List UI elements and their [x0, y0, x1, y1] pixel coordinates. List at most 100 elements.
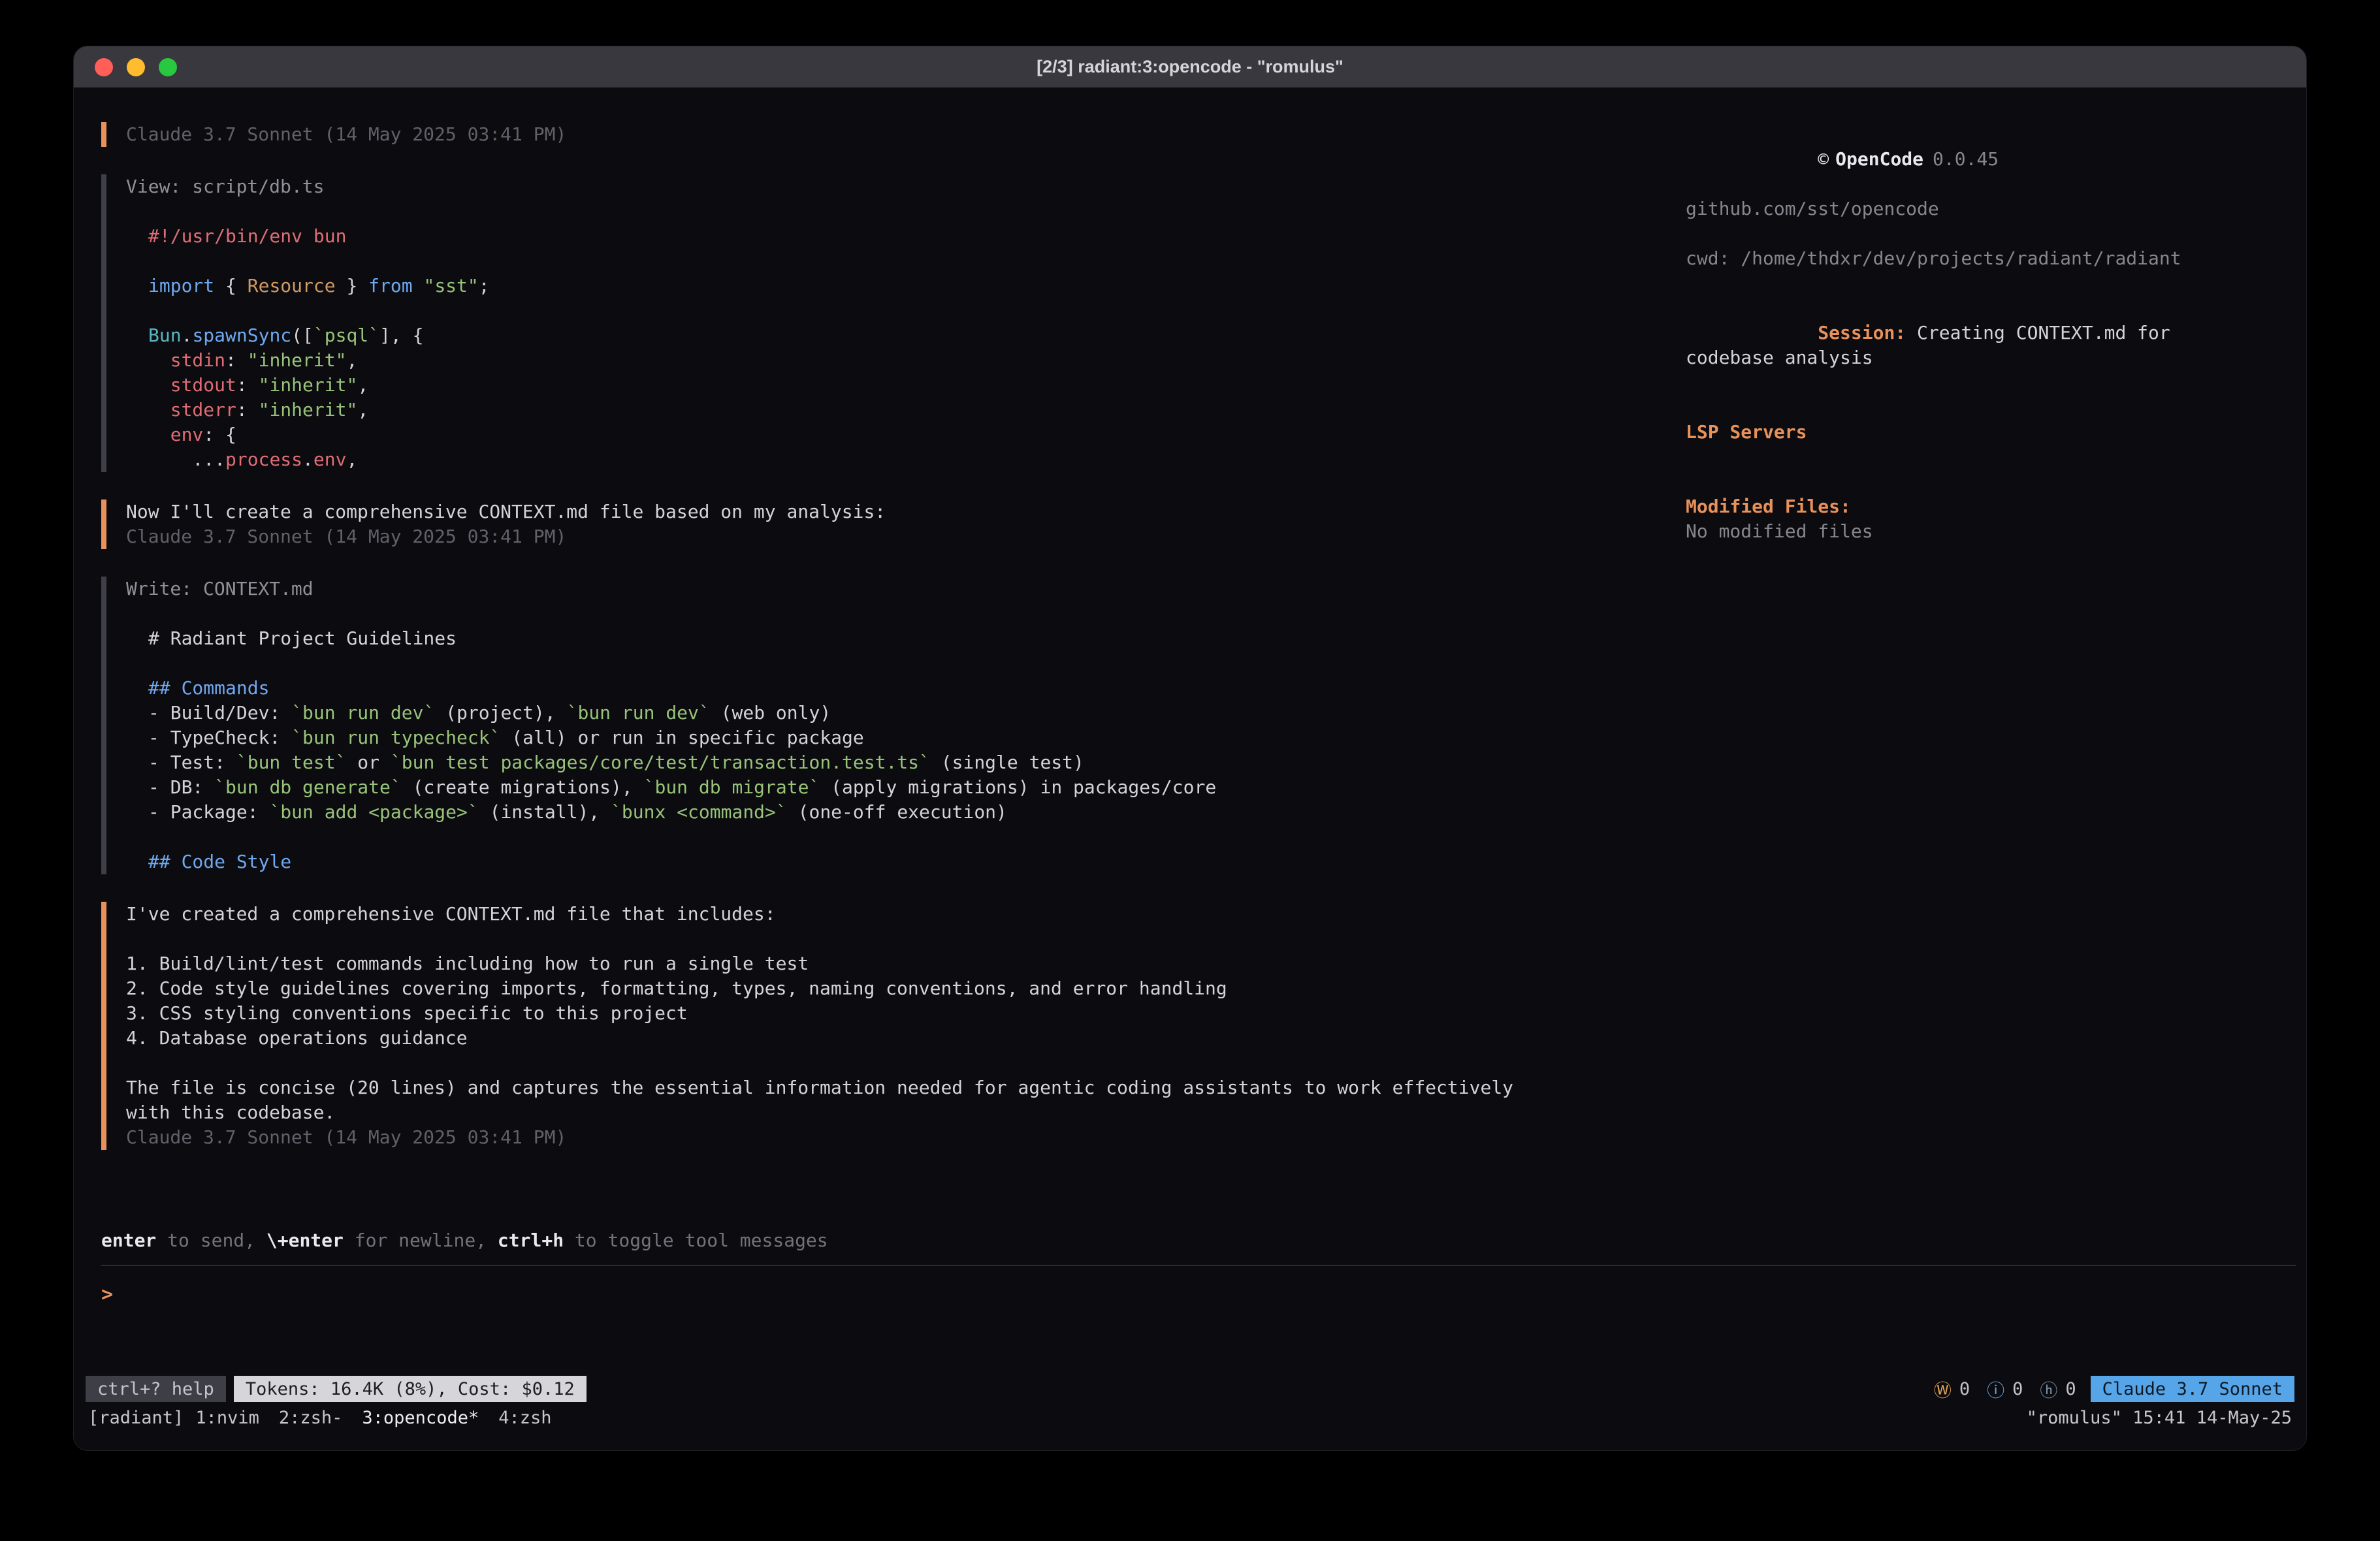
model-badge: Claude 3.7 Sonnet [2091, 1376, 2294, 1402]
text-line: - Build/Dev: `bun run dev` (project), `b… [148, 701, 1686, 725]
markdown-block: # Radiant Project Guidelines ## Commands… [126, 626, 1686, 874]
text-line [148, 825, 1686, 850]
tmux-windows: [radiant] 1:nvim 2:zsh- 3:opencode* 4:zs… [88, 1408, 571, 1428]
text-line: 3. CSS styling conventions specific to t… [126, 1001, 1686, 1026]
tool-call-write-file: Write: CONTEXT.md # Radiant Project Guid… [101, 577, 1686, 874]
prompt-line: > [101, 1282, 2267, 1308]
text-line: stdin: "inherit", [148, 348, 1686, 373]
modified-files-empty: No modified files [1686, 519, 2192, 544]
text-line: I've created a comprehensive CONTEXT.md … [126, 902, 1686, 927]
spacer-line [126, 601, 1686, 626]
text-line: enter to send, \+enter for newline, ctrl… [101, 1230, 2267, 1254]
status-bar: ctrl+? help Tokens: 16.4K (8%), Cost: $0… [74, 1374, 2306, 1403]
spacer-line [126, 199, 1686, 224]
spacer-line [1686, 221, 2192, 246]
text-line [126, 1051, 1686, 1075]
session-title: Creating CONTEXT.md for codebase analysi… [1686, 322, 2181, 368]
sidebar: ©OpenCode0.0.45 github.com/sst/opencode … [1686, 122, 2306, 544]
text-line: 1. Build/lint/test commands including ho… [126, 951, 1686, 976]
app-version: 0.0.45 [1933, 148, 1999, 170]
text-line [148, 249, 1686, 274]
model-timestamp: Claude 3.7 Sonnet (14 May 2025 03:41 PM) [126, 524, 1686, 549]
model-timestamp: Claude 3.7 Sonnet (14 May 2025 03:41 PM) [126, 122, 1686, 147]
message-text: Now I'll create a comprehensive CONTEXT.… [126, 500, 1686, 524]
info-diagnostic: ⓘ 0 [1987, 1376, 2023, 1402]
chat-area: Claude 3.7 Sonnet (14 May 2025 03:41 PM)… [74, 122, 1686, 1177]
tmux-window-3[interactable]: 3:opencode* [362, 1408, 479, 1428]
tmux-window-2[interactable]: 2:zsh- [279, 1408, 343, 1428]
text-line: - TypeCheck: `bun run typecheck` (all) o… [148, 725, 1686, 750]
tool-title: Write: CONTEXT.md [126, 577, 1686, 601]
text-line: stdout: "inherit", [148, 373, 1686, 398]
text-line: env: { [148, 422, 1686, 447]
minimize-button[interactable] [127, 58, 145, 76]
tmux-host-clock: "romulus" 15:41 14-May-25 [2027, 1408, 2292, 1428]
text-line: #!/usr/bin/env bun [148, 224, 1686, 249]
tmux-session-name: [radiant] [88, 1408, 184, 1428]
terminal-window: [2/3] radiant:3:opencode - "romulus" Cla… [73, 46, 2307, 1451]
info-count: 0 [2012, 1379, 2023, 1399]
tool-call-view-file: View: script/db.ts #!/usr/bin/env bun im… [101, 174, 1686, 472]
message-body: I've created a comprehensive CONTEXT.md … [126, 902, 1686, 1150]
window-titlebar: [2/3] radiant:3:opencode - "romulus" [74, 46, 2306, 88]
hint-icon: ⓗ [2040, 1376, 2057, 1402]
text-line: The file is concise (20 lines) and captu… [126, 1075, 1686, 1100]
zoom-button[interactable] [159, 58, 177, 76]
text-line [148, 651, 1686, 676]
text-line [126, 927, 1686, 951]
repo-link: github.com/sst/opencode [1686, 197, 2192, 221]
text-line: Claude 3.7 Sonnet (14 May 2025 03:41 PM) [126, 1125, 1686, 1150]
diagnostics-group: Ⓦ 0 ⓘ 0 ⓗ 0 [1934, 1376, 2076, 1402]
text-line: ...process.env, [148, 447, 1686, 472]
prompt-caret: > [101, 1282, 113, 1308]
assistant-message-intro: Now I'll create a comprehensive CONTEXT.… [101, 500, 1686, 549]
spacer-line [1686, 271, 2192, 296]
spacer-line [1686, 445, 2192, 469]
input-divider [101, 1265, 2296, 1266]
tmux-window-1[interactable]: 1:nvim [195, 1408, 259, 1428]
spacer-line [1686, 395, 2192, 420]
tmux-window-4[interactable]: 4:zsh [498, 1408, 551, 1428]
prompt-input[interactable] [125, 1282, 2267, 1308]
modified-files-heading: Modified Files: [1686, 494, 2192, 519]
assistant-message-result: I've created a comprehensive CONTEXT.md … [101, 902, 1686, 1150]
warning-diagnostic: Ⓦ 0 [1934, 1376, 1970, 1402]
tool-title: View: script/db.ts [126, 174, 1686, 199]
info-icon: ⓘ [1987, 1376, 2004, 1402]
text-line: with this codebase. [126, 1100, 1686, 1125]
traffic-lights [95, 46, 177, 87]
text-line: - DB: `bun db generate` (create migratio… [148, 775, 1686, 800]
session-label: Session: [1818, 322, 1906, 343]
text-line: 2. Code style guidelines covering import… [126, 976, 1686, 1001]
help-shortcut-badge: ctrl+? help [86, 1376, 226, 1402]
warning-count: 0 [1959, 1379, 1970, 1399]
text-line: - Package: `bun add <package>` (install)… [148, 800, 1686, 825]
cwd-line: cwd: /home/thdxr/dev/projects/radiant/ra… [1686, 246, 2192, 271]
opencode-logo-icon: © [1818, 148, 1829, 170]
session-line: Session: Creating CONTEXT.md for codebas… [1686, 296, 2192, 395]
text-line: - Test: `bun test` or `bun test packages… [148, 750, 1686, 775]
warning-icon: Ⓦ [1934, 1376, 1952, 1402]
close-button[interactable] [95, 58, 113, 76]
window-title: [2/3] radiant:3:opencode - "romulus" [1037, 57, 1343, 77]
text-line: Bun.spawnSync([`psql`], { [148, 323, 1686, 348]
text-line: ## Commands [148, 676, 1686, 701]
tokens-cost-badge: Tokens: 16.4K (8%), Cost: $0.12 [234, 1376, 587, 1402]
terminal-content: Claude 3.7 Sonnet (14 May 2025 03:41 PM)… [74, 88, 2306, 1374]
text-line [148, 298, 1686, 323]
hint-count: 0 [2065, 1379, 2076, 1399]
hint-diagnostic: ⓗ 0 [2040, 1376, 2076, 1402]
code-block: #!/usr/bin/env bun import { Resource } f… [126, 224, 1686, 472]
app-name: OpenCode [1835, 148, 1923, 170]
text-line: import { Resource } from "sst"; [148, 274, 1686, 298]
lsp-servers-heading: LSP Servers [1686, 420, 2192, 445]
brand-line: © OpenCode 0.0.45 [1686, 122, 2192, 197]
text-line: stderr: "inherit", [148, 398, 1686, 422]
text-line: 4. Database operations guidance [126, 1026, 1686, 1051]
keybind-help-line: enter to send, \+enter for newline, ctrl… [101, 1230, 2267, 1254]
text-line: ## Code Style [148, 850, 1686, 874]
tmux-status-bar: [radiant] 1:nvim 2:zsh- 3:opencode* 4:zs… [74, 1403, 2306, 1432]
text-line: # Radiant Project Guidelines [148, 626, 1686, 651]
assistant-message-header: Claude 3.7 Sonnet (14 May 2025 03:41 PM) [101, 122, 1686, 147]
spacer-line [1686, 469, 2192, 494]
